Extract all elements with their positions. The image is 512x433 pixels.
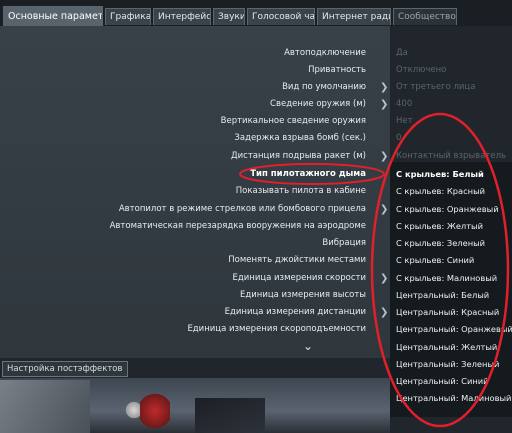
value-gun-convergence: 400 xyxy=(396,99,413,109)
scroll-down-icon[interactable]: ⌄ xyxy=(300,340,316,352)
smoke-option[interactable]: С крыльев: Синий xyxy=(396,252,474,269)
scene-shape xyxy=(140,392,170,430)
setting-autopilot-gunner[interactable]: Автопилот в режиме стрелков или бомбовог… xyxy=(119,201,366,218)
smoke-option[interactable]: Центральный: Зеленый xyxy=(396,356,499,373)
chevron-right-icon[interactable]: ❯ xyxy=(380,270,388,287)
setting-distance-unit[interactable]: Единица измерения дистанции xyxy=(225,304,366,321)
chevron-right-icon[interactable]: ❯ xyxy=(380,148,388,165)
setting-rocket-distance[interactable]: Дистанция подрыва ракет (м) xyxy=(231,148,366,165)
scene-shape xyxy=(195,398,265,433)
smoke-option[interactable]: Центральный: Красный xyxy=(396,304,499,321)
setting-smoke-type[interactable]: Тип пилотажного дыма xyxy=(250,166,366,183)
setting-default-view[interactable]: Вид по умолчанию xyxy=(282,79,366,96)
chevron-right-icon[interactable]: ❯ xyxy=(380,201,388,218)
value-vertical-convergence: Нет xyxy=(396,116,413,126)
setting-privacy[interactable]: Приватность xyxy=(308,62,366,79)
chevron-right-icon[interactable]: ❯ xyxy=(380,304,388,321)
smoke-option[interactable]: С крыльев: Белый xyxy=(396,166,484,183)
scene-shape xyxy=(0,380,90,433)
value-autoconnect: Да xyxy=(396,48,408,58)
tab-interface[interactable]: Интерфейс xyxy=(153,8,211,25)
smoke-option[interactable]: С крыльев: Желтый xyxy=(396,218,483,235)
setting-vibration[interactable]: Вибрация xyxy=(322,235,366,252)
tab-sounds[interactable]: Звуки xyxy=(213,8,245,25)
setting-gun-convergence[interactable]: Сведение оружия (м) xyxy=(270,96,366,113)
postfx-settings-button[interactable]: Настройка постэффектов xyxy=(2,361,128,377)
smoke-option[interactable]: С крыльев: Зеленый xyxy=(396,235,485,252)
smoke-option[interactable]: Центральный: Синий xyxy=(396,373,489,390)
tab-main-settings[interactable]: Основные параметры xyxy=(3,6,103,26)
smoke-option[interactable]: Центральный: Белый xyxy=(396,287,489,304)
setting-swap-joysticks[interactable]: Поменять джойстики местами xyxy=(228,252,366,269)
smoke-option[interactable]: С крыльев: Красный xyxy=(396,183,485,200)
setting-show-pilot[interactable]: Показывать пилота в кабине xyxy=(236,183,366,200)
tab-community[interactable]: Сообщество xyxy=(393,8,457,25)
smoke-option[interactable]: Центральный: Оранжевый xyxy=(396,321,512,338)
smoke-option[interactable]: С крыльев: Малиновый xyxy=(396,270,497,287)
tab-voice-chat[interactable]: Голосовой чат xyxy=(247,8,315,25)
smoke-option[interactable]: С крыльев: Оранжевый xyxy=(396,201,499,218)
tab-bar: Основные параметры Графика Интерфейс Зву… xyxy=(0,0,512,26)
value-privacy: Отключено xyxy=(396,65,447,75)
setting-auto-rearm[interactable]: Автоматическая перезарядка вооружения на… xyxy=(110,218,366,235)
setting-autoconnect[interactable]: Автоподключение xyxy=(284,45,366,62)
smoke-option[interactable]: Центральный: Желтый xyxy=(396,339,497,356)
value-bomb-delay: 0 xyxy=(396,133,402,143)
setting-vertical-convergence[interactable]: Вертикальное сведение оружия xyxy=(221,113,366,130)
setting-speed-unit[interactable]: Единица измерения скорости xyxy=(232,270,366,287)
setting-bomb-delay[interactable]: Задержка взрыва бомб (сек.) xyxy=(234,130,366,147)
tab-graphics[interactable]: Графика xyxy=(105,8,151,25)
setting-climb-unit[interactable]: Единица измерения скороподъемности xyxy=(187,321,366,338)
value-default-view: От третьего лица xyxy=(396,82,476,92)
setting-altitude-unit[interactable]: Единица измерения высоты xyxy=(240,287,366,304)
chevron-right-icon[interactable]: ❯ xyxy=(380,79,388,96)
chevron-right-icon[interactable]: ❯ xyxy=(380,96,388,113)
tab-internet-radio[interactable]: Интернет радио xyxy=(317,8,391,25)
smoke-option[interactable]: Центральный: Малиновый xyxy=(396,390,511,407)
